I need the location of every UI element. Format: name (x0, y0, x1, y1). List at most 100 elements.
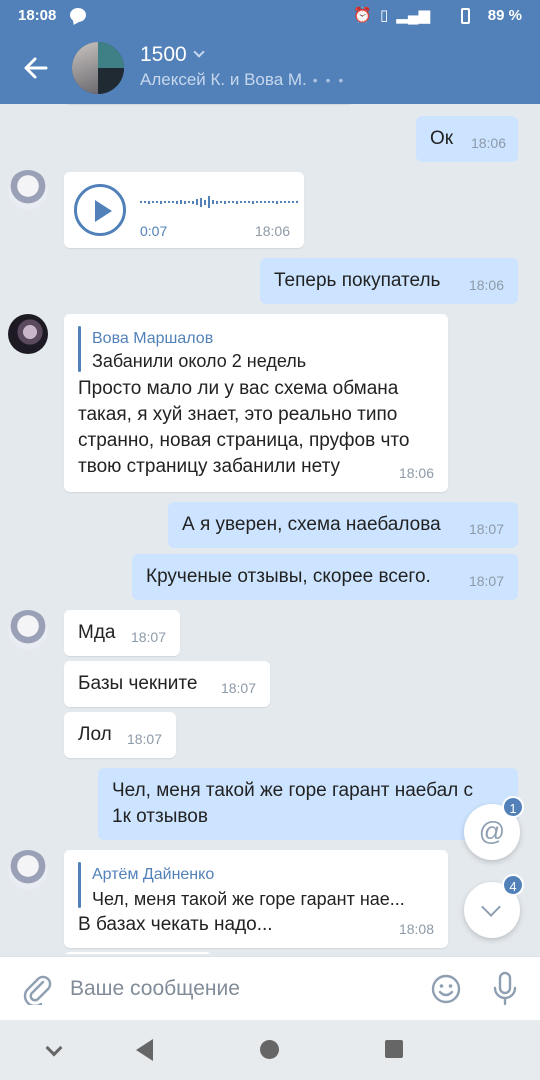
waveform-bar (168, 201, 170, 203)
unread-badge: 4 (502, 874, 524, 896)
waveform-bar (248, 201, 250, 203)
play-icon[interactable] (74, 184, 126, 236)
battery-icon (461, 8, 470, 24)
status-time: 18:08 (18, 7, 57, 24)
typing-members: Алексей К. и Вова М. (140, 70, 307, 89)
waveform-bar (180, 200, 182, 204)
waveform-bar (252, 200, 254, 204)
signal-icon: ▂▄▆ (396, 7, 430, 24)
status-bar: 18:08 ⏰ ▯ ▂▄▆ 89 % (0, 0, 540, 32)
conversation-title-text: 1500 (140, 43, 187, 66)
paperclip-icon (23, 975, 52, 1008)
waveform-bar (184, 200, 186, 204)
voice-duration: 0:07 (140, 223, 168, 239)
waveform-bar (296, 201, 298, 203)
nav-back-icon[interactable] (136, 1039, 153, 1061)
message-time: 18:06 (254, 223, 290, 239)
waveform-bar (272, 201, 274, 203)
arrow-left-icon (24, 57, 48, 79)
message-time: 18:07 (468, 521, 504, 537)
microphone-icon (493, 971, 517, 1006)
message-bubble-out[interactable]: Чел, меня такой же горе гарант наебал с … (98, 768, 518, 840)
nav-recents-icon[interactable] (385, 1040, 403, 1058)
message-text: Крученые отзывы, скорее всего. (146, 566, 431, 587)
waveform-bar (208, 196, 210, 208)
message-text-line: Чел, меня такой же горе гарант наебал с (112, 780, 473, 801)
chat-notification-icon (70, 8, 86, 22)
at-icon: @ (478, 816, 506, 846)
waveform-bar (280, 201, 282, 203)
mentions-badge: 1 (502, 796, 524, 818)
message-bubble-in[interactable]: Лол 18:07 (64, 712, 176, 758)
avatar[interactable] (8, 850, 48, 890)
scroll-down-button[interactable]: 4 (464, 874, 524, 938)
message-bubble-out[interactable]: Ок 18:06 (416, 116, 518, 162)
message-input[interactable] (70, 971, 410, 1007)
avatar[interactable] (8, 314, 48, 354)
message-composer (0, 956, 540, 1020)
waveform-bar (264, 201, 266, 203)
waveform-bar (244, 201, 246, 203)
reply-author[interactable]: Артём Дайненко (92, 862, 214, 888)
avatar[interactable] (8, 610, 48, 650)
waveform[interactable] (140, 192, 298, 212)
waveform-bar (160, 200, 162, 204)
attach-button[interactable] (22, 973, 52, 1008)
message-time: 18:07 (468, 573, 504, 589)
message-text-line: странно, новая страница, пруфов что (78, 430, 410, 451)
voice-record-button[interactable] (492, 971, 518, 1007)
waveform-bar (164, 201, 166, 203)
waveform-bar (200, 197, 202, 207)
waveform-bar (192, 200, 194, 204)
avatar[interactable] (8, 170, 48, 210)
waveform-bar (176, 200, 178, 204)
vibrate-icon: ▯ (380, 7, 389, 24)
message-time: 18:06 (470, 135, 506, 151)
smile-icon (431, 974, 461, 1004)
message-list[interactable]: Ок 18:06 0:07 18:06 Теперь покупатель 18… (0, 104, 540, 954)
chat-header: 1500 Алексей К. и Вова М. • • • (0, 32, 540, 104)
waveform-bar (140, 201, 142, 203)
reply-text: Забанили около 2 недель (92, 351, 307, 371)
waveform-bar (224, 200, 226, 204)
waveform-bar (236, 200, 238, 204)
waveform-bar (220, 201, 222, 203)
reply-indicator (78, 326, 81, 372)
waveform-bar (196, 199, 198, 205)
waveform-bar (292, 201, 294, 203)
message-time: 18:07 (126, 731, 162, 747)
waveform-bar (260, 201, 262, 203)
message-text: В базах чекать надо... (78, 914, 273, 935)
conversation-avatar[interactable] (72, 42, 124, 94)
message-bubble-partial (64, 952, 212, 954)
conversation-title[interactable]: 1500 (140, 43, 205, 67)
nav-home-icon[interactable] (260, 1040, 279, 1059)
waveform-bar (172, 201, 174, 203)
waveform-bar (152, 201, 154, 203)
waveform-bar (148, 200, 150, 204)
hide-keyboard-chevron-icon[interactable] (45, 1039, 63, 1057)
voice-message-bubble[interactable]: 0:07 18:06 (64, 172, 304, 248)
waveform-bar (268, 201, 270, 203)
message-bubble-out[interactable]: Теперь покупатель 18:06 (260, 258, 518, 304)
message-bubble-in[interactable]: Артём Дайненко Чел, меня такой же горе г… (64, 850, 448, 948)
waveform-bar (144, 201, 146, 203)
message-bubble-in[interactable]: Вова Маршалов Забанили около 2 недель Пр… (64, 314, 448, 492)
mentions-button[interactable]: @ 1 (464, 796, 524, 860)
message-text-line: такая, я хуй знает, это реально типо (78, 404, 398, 425)
back-button[interactable] (20, 52, 52, 84)
waveform-bar (216, 200, 218, 204)
message-bubble-in[interactable]: Базы чекните 18:07 (64, 661, 270, 707)
message-time: 18:06 (398, 465, 434, 481)
message-bubble-in[interactable]: Мда 18:07 (64, 610, 180, 656)
waveform-bar (228, 201, 230, 203)
message-bubble-out[interactable]: А я уверен, схема наебалова 18:07 (168, 502, 518, 548)
waveform-bar (156, 201, 158, 203)
message-bubble-out[interactable]: Крученые отзывы, скорее всего. 18:07 (132, 554, 518, 600)
waveform-bar (284, 201, 286, 203)
message-text-line: Просто мало ли у вас схема обмана (78, 378, 399, 399)
chevron-down-icon (481, 897, 501, 917)
message-time: 18:08 (398, 921, 434, 937)
emoji-button[interactable] (430, 973, 462, 1005)
waveform-bar (204, 199, 206, 205)
